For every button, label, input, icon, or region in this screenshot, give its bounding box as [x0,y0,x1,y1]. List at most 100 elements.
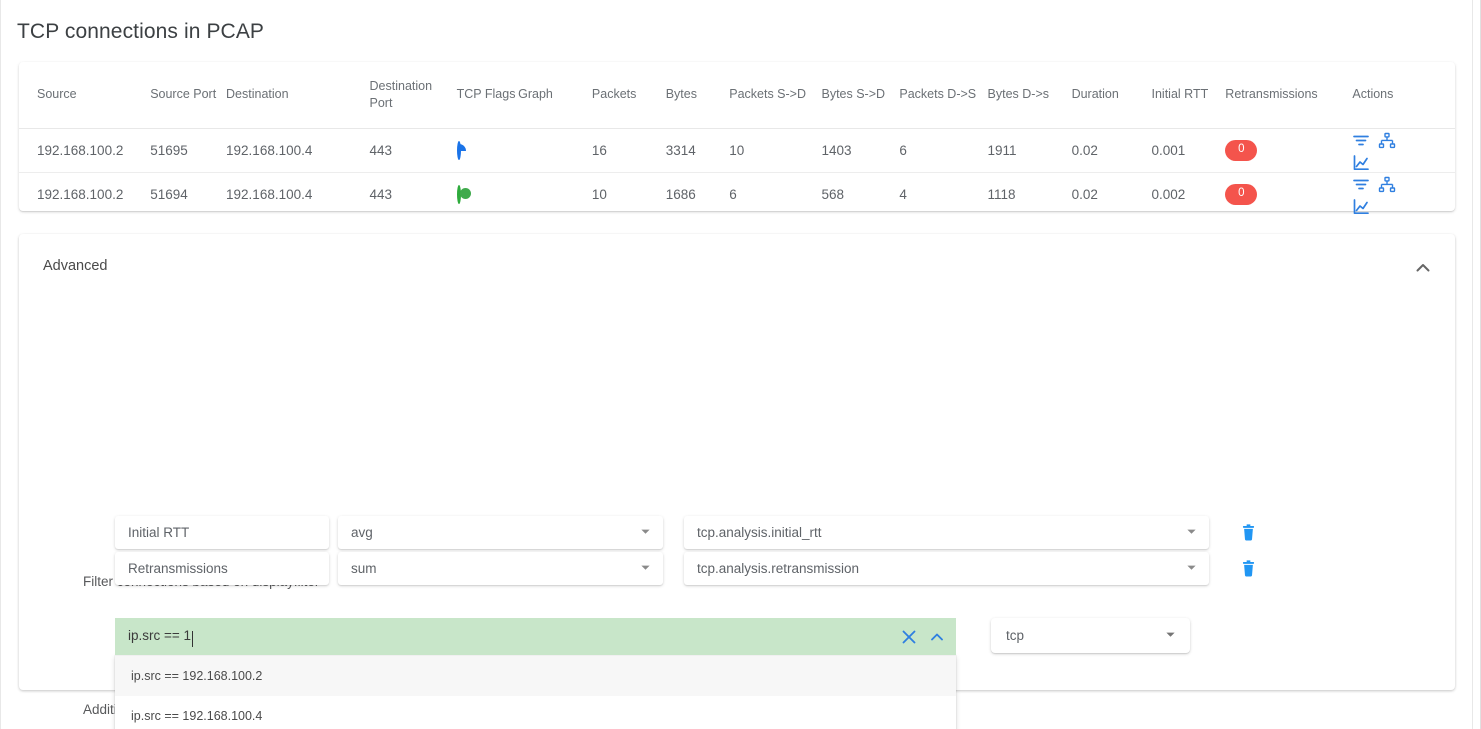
cell-bytes: 3314 [665,128,730,173]
cell-source: 192.168.100.2 [37,186,124,202]
page-edge-left [0,0,1,729]
advanced-panel: Advanced Filter connections based on dis… [19,234,1455,729]
displayfilter-autocomplete: ip.src == 1 ip.src == 192.168.100.2 ip.s… [115,618,956,729]
column-name-input[interactable]: Retransmissions [115,552,329,585]
chevron-down-icon [1186,561,1197,576]
status-badge: 0 [1225,183,1258,205]
table-header-row: Source Source Port Destination Destinati… [19,62,1455,129]
aggregation-select[interactable]: avg [338,516,663,549]
column-header-duration[interactable]: Duration [1071,62,1152,129]
column-header-source[interactable]: Source [19,62,151,129]
column-header-bytes-ds[interactable]: Bytes D->s [987,62,1072,129]
cell-graph [518,128,592,173]
column-name-value: Retransmissions [128,561,228,576]
chevron-down-icon [1165,627,1176,645]
displayfilter-value: ip.src == 1 [128,628,192,644]
status-badge: 0 [1225,139,1258,161]
cell-packets-sd: 10 [729,128,822,173]
app-page: TCP connections in PCAP Source Source Po… [0,0,1481,729]
cell-retransmissions: 0 [1225,172,1352,216]
filled-circle-green-icon [456,184,461,204]
cell-initial-rtt: 0.001 [1151,128,1226,173]
cell-bytes-ds: 1118 [987,186,1016,202]
chevron-down-icon [640,525,651,540]
connections-table: Source Source Port Destination Destinati… [19,62,1455,216]
cell-duration: 0.02 [1071,128,1152,173]
partial-circle-blue-icon [456,140,461,160]
field-select[interactable]: tcp.analysis.retransmission [684,552,1209,585]
aggregation-select[interactable]: sum [338,552,663,585]
cell-source: 192.168.100.2 [19,128,151,173]
sitemap-icon[interactable] [1378,176,1396,194]
column-header-tcp-flags[interactable]: TCP Flags [456,62,519,129]
table-row[interactable]: 192.168.100.2 51694 192.168.100.4 443 10… [19,172,1455,216]
column-header-packets[interactable]: Packets [591,62,666,129]
table-body: 192.168.100.2 51695 192.168.100.4 443 16… [19,128,1455,216]
column-header-graph[interactable]: Graph [518,62,592,129]
cell-duration: 0.02 [1071,186,1098,202]
column-name-value: Initial RTT [128,525,190,540]
column-name-input[interactable]: Initial RTT [115,516,329,549]
column-header-destination-port[interactable]: Destination Port [369,62,457,129]
cell-packets: 10 [591,186,607,202]
trash-icon[interactable] [1239,523,1258,542]
chevron-down-icon [1186,525,1197,540]
chevron-up-icon[interactable] [930,630,944,644]
column-header-packets-sd[interactable]: Packets S->D [729,62,822,129]
cell-bytes-sd: 568 [821,186,845,202]
row-actions [1352,129,1400,172]
connections-table-card: Source Source Port Destination Destinati… [19,62,1455,214]
column-header-bytes[interactable]: Bytes [665,62,730,129]
filter-icon[interactable] [1352,132,1370,150]
column-header-destination[interactable]: Destination [226,62,370,129]
line-chart-icon[interactable] [1352,198,1370,216]
field-select[interactable]: tcp.analysis.initial_rtt [684,516,1209,549]
cell-actions [1352,128,1455,173]
column-header-source-port[interactable]: Source Port [150,62,227,129]
line-chart-icon[interactable] [1352,154,1370,172]
row-actions [1352,173,1400,216]
advanced-panel-title: Advanced [43,258,108,274]
suggestion-option[interactable]: ip.src == 192.168.100.2 [115,656,956,696]
cell-bytes: 1686 [665,186,696,202]
text-cursor [192,630,194,647]
cell-packets: 16 [591,128,666,173]
cell-source-port: 51695 [150,128,227,173]
cell-destination-port: 443 [369,128,457,173]
field-value: tcp.analysis.initial_rtt [697,525,822,540]
aggregation-value: avg [351,525,373,540]
field-value: tcp.analysis.retransmission [697,561,860,576]
column-header-retransmissions[interactable]: Retransmissions [1225,62,1353,129]
column-header-packets-ds[interactable]: Packets D->S [899,62,988,129]
cell-tcp-flags [456,128,519,173]
table-head: Source Source Port Destination Destinati… [19,62,1455,129]
cell-retransmissions: 0 [1225,128,1353,173]
aggregation-value: sum [351,561,377,576]
cell-initial-rtt: 0.002 [1151,186,1186,202]
column-header-bytes-sd[interactable]: Bytes S->D [821,62,900,129]
chevron-up-icon[interactable] [1413,258,1433,278]
cell-actions [1352,172,1455,216]
protocol-select-value: tcp [1006,628,1025,643]
cell-tcp-flags [456,172,518,216]
column-header-initial-rtt[interactable]: Initial RTT [1151,62,1226,129]
page-title: TCP connections in PCAP [17,20,265,43]
cell-source-port: 51694 [150,186,188,202]
cell-destination: 192.168.100.4 [226,186,313,202]
filter-icon[interactable] [1352,176,1370,194]
cell-destination: 192.168.100.4 [226,128,370,173]
displayfilter-suggestions: ip.src == 192.168.100.2 ip.src == 192.16… [115,655,956,729]
trash-icon[interactable] [1239,559,1258,578]
suggestion-option[interactable]: ip.src == 192.168.100.4 [115,696,956,729]
sitemap-icon[interactable] [1378,132,1396,150]
cell-bytes-sd: 1403 [821,128,900,173]
protocol-select[interactable]: tcp [991,618,1190,653]
page-edge-right [1472,0,1473,729]
displayfilter-input[interactable]: ip.src == 1 [115,618,956,655]
cell-packets-ds: 4 [899,186,907,202]
close-icon[interactable] [900,628,918,646]
cell-packets-ds: 6 [899,128,988,173]
table-row[interactable]: 192.168.100.2 51695 192.168.100.4 443 16… [19,128,1455,173]
cell-bytes-ds: 1911 [987,128,1072,173]
column-header-actions[interactable]: Actions [1352,62,1455,129]
